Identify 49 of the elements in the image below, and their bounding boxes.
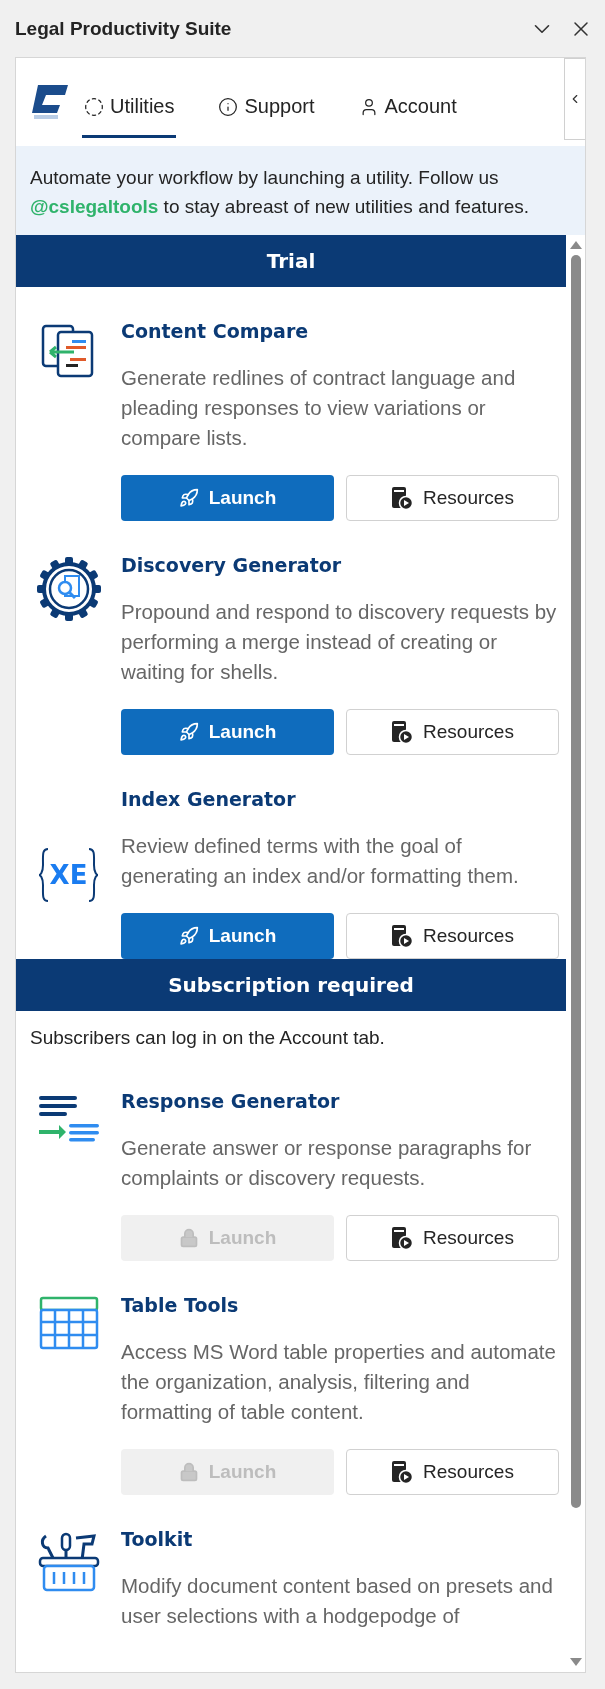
lock-icon — [178, 1462, 199, 1482]
launch-button[interactable]: Launch — [121, 475, 334, 521]
utility-description: Access MS Word table properties and automate the organization, analysis, filtering and formatting of table content. — [121, 1339, 557, 1425]
gear-search-icon — [35, 556, 102, 622]
section-header: Trial — [16, 235, 566, 287]
window-title: Legal Productivity Suite — [15, 17, 233, 40]
rocket-icon — [178, 926, 199, 946]
scroll-up-icon[interactable] — [569, 241, 582, 249]
xe-text: XE — [49, 859, 88, 890]
section-note: Subscribers can log in on the Account tab. — [29, 1026, 386, 1050]
tab[interactable]: Utilities — [82, 74, 177, 138]
tab[interactable]: Account — [356, 74, 459, 138]
utility-description: Propound and respond to discovery requests by performing a merge instead of creating or waiting for shells. — [121, 599, 558, 685]
utility-title: Table Tools — [121, 1293, 240, 1318]
resources-button[interactable]: Resources — [346, 475, 559, 521]
left-brace-icon — [37, 846, 50, 903]
utility-title: Index Generator — [121, 787, 297, 812]
utility-title: Content Compare — [121, 319, 310, 344]
intro-text: Automate your workflow by launching a utility. Follow us @cslegaltools to stay abreast of new utilities and features. — [16, 146, 585, 235]
resources-button[interactable]: Resources — [346, 913, 559, 959]
document-play-icon — [391, 486, 414, 510]
scroll-down-icon[interactable] — [569, 1658, 582, 1666]
info-icon — [218, 96, 239, 117]
utility-description: Generate answer or response paragraphs for complaints or discovery requests. — [121, 1135, 533, 1191]
resources-button[interactable]: Resources — [346, 1215, 559, 1261]
tab[interactable]: Support — [216, 74, 317, 138]
utility-title: Response Generator — [121, 1089, 341, 1114]
document-play-icon — [391, 720, 414, 744]
lock-icon — [178, 1228, 199, 1248]
logo-icon — [30, 83, 68, 121]
rocket-icon — [178, 488, 199, 508]
right-brace-icon — [87, 846, 100, 903]
scrollbar-thumb[interactable] — [570, 255, 581, 1508]
dashed-circle-icon — [84, 96, 104, 117]
document-play-icon — [391, 924, 414, 948]
rocket-icon — [178, 722, 199, 742]
utility-description: Modify document content based on presets and user selections with a hodgepodge of — [121, 1573, 554, 1629]
section-header: Subscription required — [16, 959, 566, 1011]
document-play-icon — [391, 1226, 414, 1250]
launch-button[interactable]: Launch — [121, 709, 334, 755]
utility-description: Review defined terms with the goal of generating an index and/or formatting them. — [121, 833, 520, 889]
resources-button[interactable]: Resources — [346, 709, 559, 755]
utility-title: Toolkit — [121, 1527, 194, 1552]
table-icon — [38, 1296, 99, 1350]
launch-button[interactable]: Launch — [121, 913, 334, 959]
utility-description: Generate redlines of contract language and pleading responses to view variations or compare lists. — [121, 365, 517, 451]
utility-title: Discovery Generator — [121, 553, 343, 578]
resources-button[interactable]: Resources — [346, 1449, 559, 1495]
document-play-icon — [391, 1460, 414, 1484]
